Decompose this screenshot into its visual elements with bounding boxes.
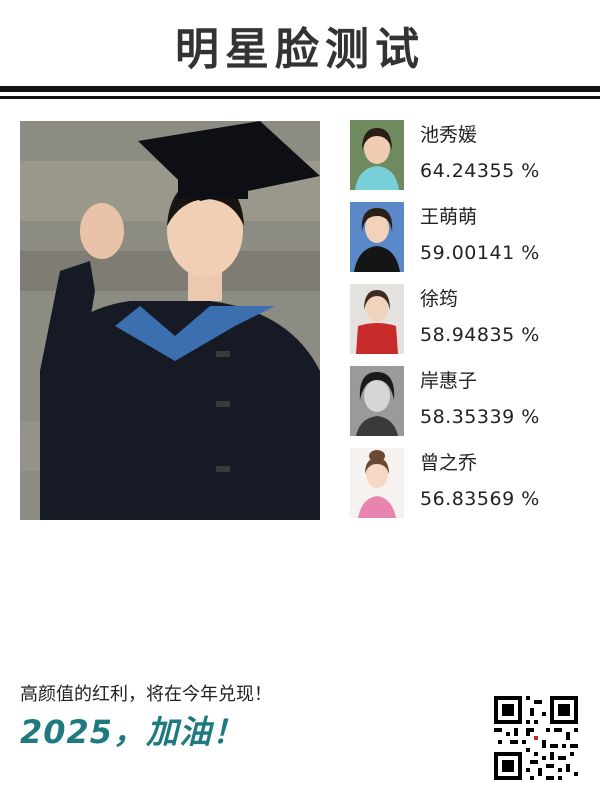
match-name: 徐筠 — [420, 288, 459, 310]
match-item: 王萌萌 59.00141 % — [350, 202, 590, 272]
title-divider-thick — [0, 86, 600, 92]
match-name: 曾之乔 — [420, 452, 478, 474]
match-percent: 59.00141 % — [420, 242, 540, 264]
match-item: 池秀媛 64.24355 % — [350, 120, 590, 190]
match-item: 岸惠子 58.35339 % — [350, 366, 590, 436]
slogan-text: 高颜值的红利，将在今年兑现！ — [20, 684, 272, 705]
match-item: 徐筠 58.94835 % — [350, 284, 590, 354]
match-name: 岸惠子 — [420, 370, 478, 392]
qr-code[interactable] — [494, 696, 578, 780]
user-photo — [20, 121, 320, 520]
year-cheer-text: 2025，加油！ — [20, 713, 246, 751]
match-percent: 56.83569 % — [420, 488, 540, 510]
page-title: 明星脸测试 — [175, 24, 425, 75]
match-photo — [350, 366, 404, 436]
match-percent: 58.94835 % — [420, 324, 540, 346]
match-name: 池秀媛 — [420, 124, 478, 146]
title-divider-thin — [0, 96, 600, 99]
match-photo — [350, 120, 404, 190]
match-item: 曾之乔 56.83569 % — [350, 448, 590, 518]
match-name: 王萌萌 — [420, 206, 478, 228]
match-percent: 64.24355 % — [420, 160, 540, 182]
match-photo — [350, 284, 404, 354]
match-percent: 58.35339 % — [420, 406, 540, 428]
match-photo — [350, 202, 404, 272]
match-photo — [350, 448, 404, 518]
